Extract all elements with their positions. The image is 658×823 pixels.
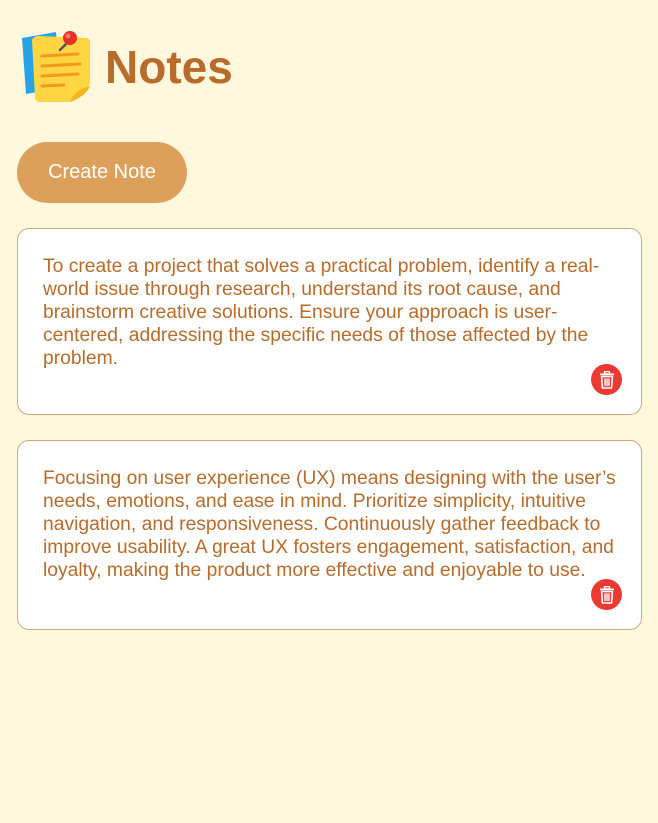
app-header: Notes <box>20 30 233 104</box>
note-text: To create a project that solves a practi… <box>43 256 600 369</box>
delete-note-button[interactable] <box>591 364 622 395</box>
note-card[interactable]: To create a project that solves a practi… <box>17 228 642 415</box>
create-note-button[interactable]: Create Note <box>17 142 187 203</box>
sticky-note-icon <box>20 30 92 104</box>
trash-icon <box>599 585 614 604</box>
page-title: Notes <box>105 41 233 93</box>
note-card[interactable]: Focusing on user experience (UX) means d… <box>17 440 642 630</box>
note-text: Focusing on user experience (UX) means d… <box>43 468 616 581</box>
trash-icon <box>599 370 614 389</box>
delete-note-button[interactable] <box>591 579 622 610</box>
notes-list: To create a project that solves a practi… <box>17 228 642 655</box>
